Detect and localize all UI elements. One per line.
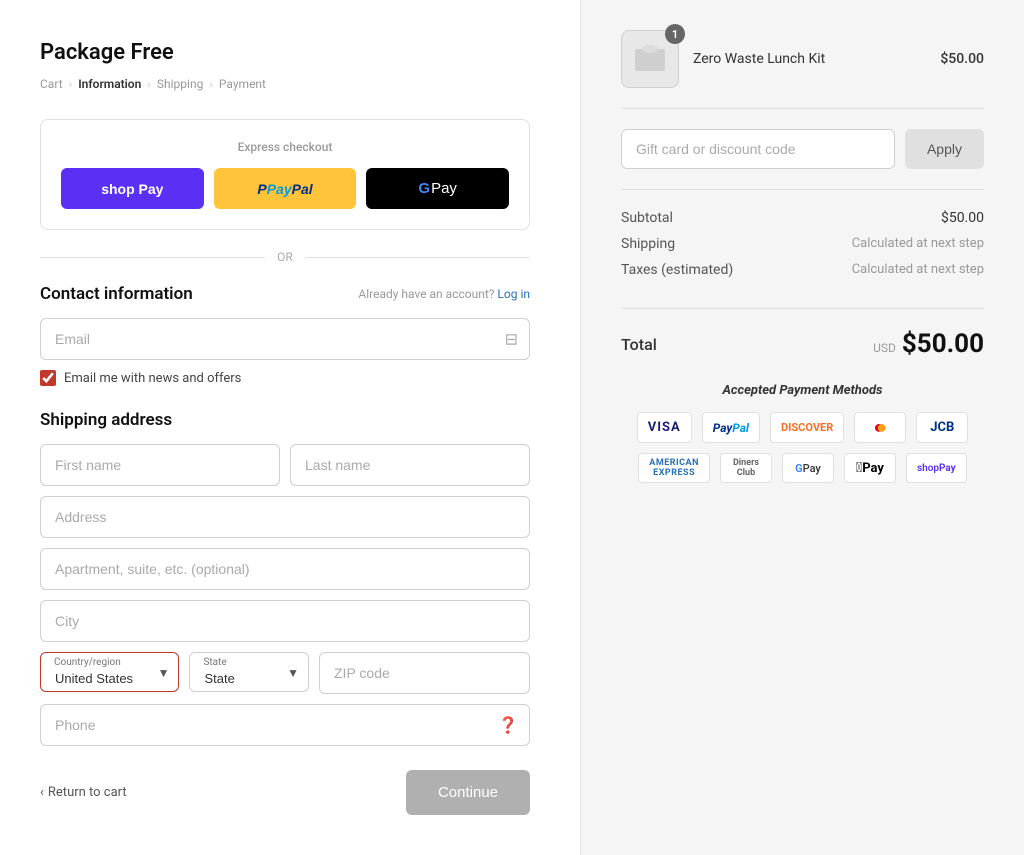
paypal-logo: PayPal bbox=[702, 412, 760, 443]
taxes-label: Taxes (estimated) bbox=[621, 262, 733, 278]
paypal-label: PPayPal bbox=[257, 181, 312, 197]
breadcrumb-cart: Cart bbox=[40, 77, 63, 91]
return-to-cart-link[interactable]: ‹ Return to cart bbox=[40, 785, 127, 800]
express-checkout-title: Express checkout bbox=[61, 140, 509, 154]
gpay-logo: GPay bbox=[782, 453, 834, 483]
mastercard-logo: ●● bbox=[854, 412, 906, 443]
email-icon: ⊟ bbox=[505, 330, 518, 349]
breadcrumb: Cart › Information › Shipping › Payment bbox=[40, 77, 530, 91]
return-arrow-icon: ‹ bbox=[40, 785, 44, 800]
breadcrumb-payment: Payment bbox=[219, 77, 266, 91]
order-item: 1 Zero Waste Lunch Kit $50.00 bbox=[621, 30, 984, 109]
visa-logo: VISA bbox=[637, 412, 692, 443]
diners-logo: DinersClub bbox=[720, 453, 772, 483]
subtotal-row: Subtotal $50.00 bbox=[621, 210, 984, 226]
shop-pay-button[interactable]: shop Pay bbox=[61, 168, 204, 209]
shipping-label: Shipping bbox=[621, 236, 675, 252]
breadcrumb-information: Information bbox=[78, 77, 141, 91]
item-thumbnail-icon bbox=[630, 39, 670, 79]
payment-methods-title: Accepted Payment Methods bbox=[621, 383, 984, 398]
summary-rows: Subtotal $50.00 Shipping Calculated at n… bbox=[621, 210, 984, 309]
apt-input[interactable] bbox=[40, 548, 530, 590]
total-label: Total bbox=[621, 335, 657, 354]
already-account-text: Already have an account? bbox=[358, 287, 494, 301]
country-select-wrapper: Country/region United States ▼ bbox=[40, 652, 179, 694]
subtotal-value: $50.00 bbox=[941, 210, 984, 226]
left-panel: Package Free Cart › Information › Shippi… bbox=[0, 0, 580, 855]
name-row bbox=[40, 444, 530, 486]
taxes-value: Calculated at next step bbox=[852, 262, 984, 278]
item-image-wrapper: 1 bbox=[621, 30, 679, 88]
phone-wrapper: ❓ bbox=[40, 704, 530, 746]
breadcrumb-shipping: Shipping bbox=[157, 77, 203, 91]
state-select-wrapper: State State ▼ bbox=[189, 652, 309, 694]
total-value: $50.00 bbox=[902, 329, 984, 359]
shipping-row: Shipping Calculated at next step bbox=[621, 236, 984, 252]
login-link-wrapper: Already have an account? Log in bbox=[358, 287, 530, 301]
paypal-button[interactable]: PPayPal bbox=[214, 168, 357, 209]
address-input[interactable] bbox=[40, 496, 530, 538]
city-input[interactable] bbox=[40, 600, 530, 642]
shop-pay-label: shop Pay bbox=[101, 181, 163, 197]
breadcrumb-sep3: › bbox=[209, 77, 213, 91]
or-divider: OR bbox=[40, 250, 530, 264]
apple-pay-logo:  Pay bbox=[844, 453, 896, 483]
email-input[interactable] bbox=[40, 318, 530, 360]
total-row: Total USD $50.00 bbox=[621, 329, 984, 359]
express-checkout-section: Express checkout shop Pay PPayPal G Pay bbox=[40, 119, 530, 230]
total-currency: USD bbox=[873, 341, 896, 355]
payment-logos: VISA PayPal DISCOVER ●● JCB AMERICANEXPR… bbox=[621, 412, 984, 483]
total-value-wrapper: USD $50.00 bbox=[873, 329, 984, 359]
store-name: Package Free bbox=[40, 40, 530, 65]
shop-pay-logo: shopPay bbox=[906, 453, 967, 483]
right-panel: 1 Zero Waste Lunch Kit $50.00 Apply Subt… bbox=[580, 0, 1024, 855]
item-quantity-badge: 1 bbox=[665, 24, 685, 44]
footer-row: ‹ Return to cart Continue bbox=[40, 770, 530, 815]
zip-input[interactable] bbox=[319, 652, 530, 694]
taxes-row: Taxes (estimated) Calculated at next ste… bbox=[621, 262, 984, 278]
express-checkout-buttons: shop Pay PPayPal G Pay bbox=[61, 168, 509, 209]
last-name-input[interactable] bbox=[290, 444, 530, 486]
amex-logo: AMERICANEXPRESS bbox=[638, 453, 710, 483]
login-link[interactable]: Log in bbox=[497, 287, 530, 301]
breadcrumb-sep2: › bbox=[147, 77, 151, 91]
newsletter-checkbox-row: Email me with news and offers bbox=[40, 370, 530, 386]
payment-methods-section: Accepted Payment Methods VISA PayPal DIS… bbox=[621, 383, 984, 483]
email-wrapper: ⊟ bbox=[40, 318, 530, 360]
state-label: State bbox=[203, 657, 226, 668]
location-row: Country/region United States ▼ State Sta… bbox=[40, 652, 530, 694]
newsletter-label: Email me with news and offers bbox=[64, 371, 241, 386]
gpay-text: Pay bbox=[431, 180, 457, 197]
gpay-button[interactable]: G Pay bbox=[366, 168, 509, 209]
contact-header: Contact information Already have an acco… bbox=[40, 284, 530, 304]
item-price: $50.00 bbox=[940, 51, 984, 67]
shipping-value: Calculated at next step bbox=[852, 236, 984, 252]
shipping-title: Shipping address bbox=[40, 410, 172, 430]
discount-input[interactable] bbox=[621, 129, 895, 169]
phone-help-icon: ❓ bbox=[498, 716, 518, 735]
country-label: Country/region bbox=[54, 657, 121, 668]
discover-logo: DISCOVER bbox=[770, 412, 844, 443]
continue-button[interactable]: Continue bbox=[406, 770, 530, 815]
return-label: Return to cart bbox=[48, 785, 127, 800]
subtotal-label: Subtotal bbox=[621, 210, 673, 226]
shipping-header: Shipping address bbox=[40, 410, 530, 430]
discount-row: Apply bbox=[621, 129, 984, 190]
newsletter-checkbox[interactable] bbox=[40, 370, 56, 386]
contact-title: Contact information bbox=[40, 284, 193, 304]
jcb-logo: JCB bbox=[916, 412, 968, 443]
first-name-input[interactable] bbox=[40, 444, 280, 486]
continue-label: Continue bbox=[438, 784, 498, 801]
apply-button[interactable]: Apply bbox=[905, 129, 984, 169]
gpay-label: G bbox=[418, 180, 430, 197]
breadcrumb-sep1: › bbox=[69, 77, 73, 91]
or-label: OR bbox=[277, 250, 293, 264]
phone-input[interactable] bbox=[40, 704, 530, 746]
item-name: Zero Waste Lunch Kit bbox=[693, 51, 926, 67]
